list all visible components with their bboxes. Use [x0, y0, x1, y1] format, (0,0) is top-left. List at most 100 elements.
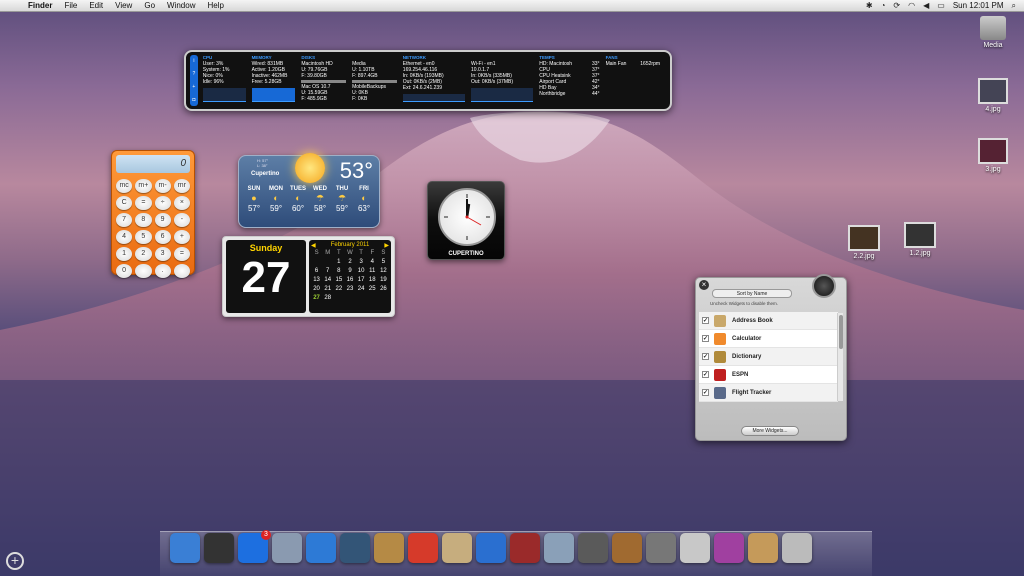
scrollbar-thumb[interactable] — [839, 315, 843, 349]
sync-icon[interactable]: ⟳ — [893, 1, 900, 10]
calendar-date[interactable]: 21 — [322, 285, 333, 294]
calendar-date[interactable] — [322, 258, 333, 267]
calculator-key[interactable]: 8 — [135, 213, 152, 227]
stack-icon[interactable] — [714, 533, 744, 563]
calculator-key[interactable]: 0 — [116, 264, 133, 278]
close-icon[interactable]: × — [699, 280, 709, 290]
calendar-date[interactable]: 10 — [356, 267, 367, 276]
calculator-key[interactable]: 1 — [116, 247, 133, 261]
calculator-key[interactable]: 7 — [116, 213, 133, 227]
widget-list-item[interactable]: ✓ Address Book — [699, 312, 838, 330]
calendar-day-panel[interactable]: Sunday 27 — [226, 240, 306, 313]
widget-checkbox[interactable]: ✓ — [702, 353, 709, 360]
widget-checkbox[interactable]: ✓ — [702, 335, 709, 342]
calendar-date[interactable] — [378, 294, 389, 303]
time-machine-icon[interactable]: ◔ — [881, 1, 886, 10]
imovie-icon[interactable] — [578, 533, 608, 563]
calculator-key[interactable]: C — [116, 196, 133, 210]
system-preferences-icon[interactable] — [646, 533, 676, 563]
calendar-date[interactable]: 20 — [311, 285, 322, 294]
next-month-icon[interactable]: ▶ — [384, 242, 389, 249]
calendar-date[interactable] — [356, 294, 367, 303]
calendar-date[interactable] — [311, 258, 322, 267]
facetime-icon[interactable] — [340, 533, 370, 563]
weather-widget[interactable]: H: 57° L: 38° Cupertino 53° SUN ● 57° MON ◐ 59… — [238, 153, 380, 228]
widget-list-item[interactable]: ✓ ESPN — [699, 366, 838, 384]
calendar-date[interactable]: 3 — [356, 258, 367, 267]
desktop-icon-file[interactable]: 1.2.jpg — [902, 222, 938, 257]
calendar-widget[interactable]: Sunday 27 ◀ February 2011 ▶ SMTWTFS12345… — [222, 236, 395, 317]
calendar-date[interactable]: 27 — [311, 294, 322, 303]
spotlight-icon[interactable]: ⌕ — [1012, 1, 1016, 11]
widget-checkbox[interactable]: ✓ — [702, 371, 709, 378]
calculator-key[interactable]: mr — [173, 179, 190, 193]
calendar-date[interactable]: 8 — [333, 267, 344, 276]
photo-booth-icon[interactable] — [510, 533, 540, 563]
calendar-date[interactable]: 16 — [344, 276, 355, 285]
widget-list-item[interactable]: ✓ Flight Tracker — [699, 384, 838, 402]
calendar-date[interactable]: 18 — [367, 276, 378, 285]
calculator-key[interactable]: m+ — [135, 179, 152, 193]
calendar-date[interactable]: 17 — [356, 276, 367, 285]
more-widgets-button[interactable]: More Widgets... — [741, 426, 799, 436]
documents-icon[interactable] — [680, 533, 710, 563]
desktop-icon-media[interactable]: Media — [976, 16, 1010, 49]
calculator-key[interactable]: 4 — [116, 230, 133, 244]
istat-sidebar[interactable]: i ? + ◘ — [190, 55, 198, 106]
calculator-key[interactable]: - — [173, 213, 190, 227]
calculator-key[interactable]: 2 — [135, 247, 152, 261]
menu-window[interactable]: Window — [161, 1, 201, 10]
garageband-icon[interactable] — [612, 533, 642, 563]
calculator-key[interactable] — [173, 264, 190, 278]
address-book-icon[interactable] — [374, 533, 404, 563]
calculator-key[interactable] — [135, 264, 152, 278]
calendar-date[interactable]: 15 — [333, 276, 344, 285]
calendar-date[interactable]: 6 — [311, 267, 322, 276]
help-icon[interactable]: ? — [193, 71, 196, 77]
widget-list-item[interactable]: ✓ Calculator — [699, 330, 838, 348]
calendar-date[interactable]: 12 — [378, 267, 389, 276]
calculator-key[interactable]: mc — [116, 179, 133, 193]
add-icon[interactable]: + — [192, 84, 195, 90]
downloads-icon[interactable] — [748, 533, 778, 563]
calculator-widget[interactable]: 0 mc m+ m-mr C = ÷ × 7 8 9-4 5 6 +1 2 3 = 0. — [111, 150, 195, 278]
app-store-icon[interactable]: 3 — [238, 530, 271, 563]
calendar-date[interactable]: 19 — [378, 276, 389, 285]
volume-icon[interactable]: ◀ — [923, 1, 929, 10]
bluetooth-icon[interactable]: ✱ — [866, 1, 873, 10]
settings-icon[interactable]: ◘ — [192, 97, 195, 103]
mail-icon[interactable] — [272, 533, 302, 563]
dashboard-icon[interactable] — [204, 533, 234, 563]
calendar-date[interactable]: 7 — [322, 267, 333, 276]
widget-list-item[interactable]: ✓ Dictionary — [699, 348, 838, 366]
calculator-key[interactable]: = — [135, 196, 152, 210]
calendar-date[interactable]: 5 — [378, 258, 389, 267]
calendar-date[interactable]: 23 — [344, 285, 355, 294]
calculator-key[interactable]: 3 — [154, 247, 171, 261]
calendar-date[interactable]: 26 — [378, 285, 389, 294]
preview-icon[interactable] — [442, 533, 472, 563]
calculator-key[interactable]: m- — [154, 179, 171, 193]
calendar-date[interactable] — [344, 294, 355, 303]
battery-icon[interactable]: ▭ — [937, 1, 945, 10]
wifi-icon[interactable]: ◠ — [908, 1, 915, 10]
calendar-month-panel[interactable]: ◀ February 2011 ▶ S M T W T F S 1 2 3 4 5 6 7 8 9 10 11 12… — [309, 240, 391, 313]
calculator-key[interactable]: 6 — [154, 230, 171, 244]
calendar-date[interactable]: 9 — [344, 267, 355, 276]
clock-widget[interactable]: CUPERTINO — [427, 181, 505, 260]
menubar-clock[interactable]: Sun 12:01 PM — [953, 1, 1004, 10]
prev-month-icon[interactable]: ◀ — [311, 242, 316, 249]
menu-edit[interactable]: Edit — [83, 1, 109, 10]
desktop-icon-file[interactable]: 2.2.jpg — [846, 225, 882, 260]
add-widget-button[interactable]: + — [6, 552, 24, 570]
calendar-date[interactable]: 22 — [333, 285, 344, 294]
desktop-icon-file[interactable]: 4.jpg — [976, 78, 1010, 113]
ical-icon[interactable] — [408, 533, 438, 563]
finder-icon[interactable] — [170, 533, 200, 563]
calculator-key[interactable]: + — [173, 230, 190, 244]
calendar-date[interactable] — [367, 294, 378, 303]
desktop-icon-file[interactable]: 3.jpg — [976, 138, 1010, 173]
calculator-key[interactable]: = — [173, 247, 190, 261]
calendar-date[interactable]: 13 — [311, 276, 322, 285]
menu-file[interactable]: File — [58, 1, 83, 10]
